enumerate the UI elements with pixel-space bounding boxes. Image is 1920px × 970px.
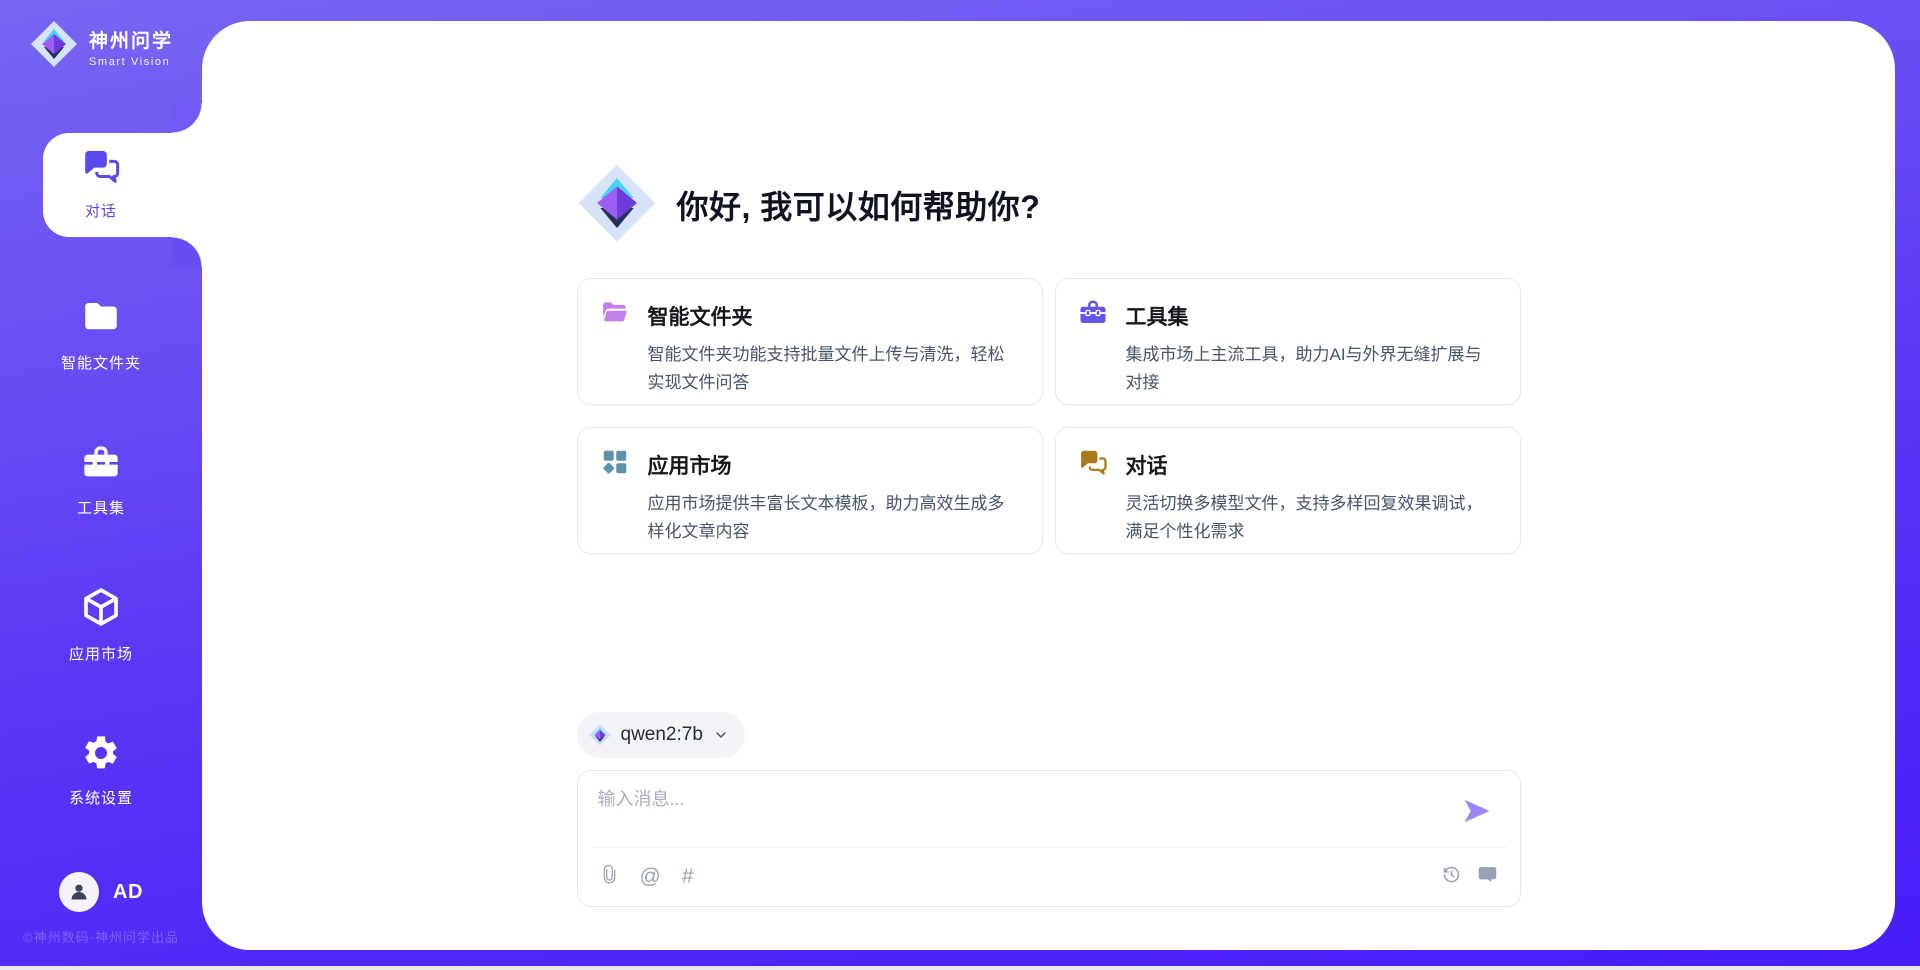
user-account[interactable]: AD: [0, 872, 202, 912]
feature-cards: 智能文件夹 智能文件夹功能支持批量文件上传与清洗，轻松实现文件问答: [577, 278, 1521, 554]
app-subtitle: Smart Vision: [89, 56, 173, 68]
app-grid-icon: [600, 447, 630, 482]
user-name: AD: [113, 881, 143, 904]
chat-bubbles-icon: [1078, 447, 1108, 482]
message-input[interactable]: [598, 785, 1448, 843]
card-title: 智能文件夹: [648, 301, 753, 331]
card-title: 应用市场: [648, 450, 732, 480]
folder-icon: [80, 296, 122, 343]
model-name: qwen2:7b: [621, 724, 703, 746]
send-icon: [1462, 814, 1492, 829]
message-composer: @ #: [577, 770, 1521, 907]
sidebar-item-label: 应用市场: [69, 643, 133, 664]
card-description: 集成市场上主流工具，助力AI与外界无缝扩展与对接: [1126, 341, 1496, 396]
sidebar-item-label: 智能文件夹: [61, 352, 141, 373]
tab-curve-top: [172, 103, 202, 133]
gear-icon: [81, 733, 121, 778]
greeting-block: 你好, 我可以如何帮助你?: [577, 163, 1521, 247]
sidebar-item-label: 对话: [85, 200, 117, 221]
card-title: 对话: [1126, 450, 1168, 480]
copyright-footer: ©神州数码·神州问学出品: [0, 927, 202, 946]
chevron-down-icon: [713, 727, 729, 743]
sidebar-item-settings[interactable]: 系统设置: [0, 733, 202, 808]
logo-diamond-icon: [30, 20, 78, 73]
cube-icon: [79, 585, 123, 634]
card-chat[interactable]: 对话 灵活切换多模型文件，支持多样回复效果调试，满足个性化需求: [1055, 427, 1521, 554]
card-title: 工具集: [1126, 301, 1189, 331]
model-selector[interactable]: qwen2:7b: [577, 712, 745, 758]
card-description: 智能文件夹功能支持批量文件上传与清洗，轻松实现文件问答: [648, 341, 1018, 396]
sidebar-item-app-market[interactable]: 应用市场: [0, 585, 202, 664]
sidebar-item-toolset[interactable]: 工具集: [0, 443, 202, 518]
logo-diamond-icon: [589, 724, 611, 746]
folder-open-icon: [600, 298, 630, 333]
comment-icon: [1477, 864, 1498, 888]
attach-file-button[interactable]: [600, 864, 619, 888]
main-panel: 你好, 我可以如何帮助你? 智能文件夹 智能文件夹功能支持批量文件上传与清洗，轻…: [202, 21, 1895, 950]
topic-button[interactable]: #: [682, 866, 694, 887]
send-button[interactable]: [1461, 796, 1493, 828]
sidebar-item-smart-folder[interactable]: 智能文件夹: [0, 296, 202, 373]
history-button[interactable]: [1441, 864, 1462, 888]
sidebar-item-chat[interactable]: 对话: [0, 146, 202, 221]
mention-button[interactable]: @: [640, 866, 661, 887]
toolbox-icon: [80, 443, 122, 488]
new-chat-button[interactable]: [1477, 864, 1498, 888]
card-smart-folder[interactable]: 智能文件夹 智能文件夹功能支持批量文件上传与清洗，轻松实现文件问答: [577, 278, 1043, 405]
sidebar-item-label: 工具集: [77, 497, 125, 518]
card-description: 应用市场提供丰富长文本模板，助力高效生成多样化文章内容: [648, 490, 1018, 545]
app-title: 神州问学: [89, 26, 173, 53]
greeting-title: 你好, 我可以如何帮助你?: [677, 182, 1041, 228]
app-logo: 神州问学 Smart Vision: [30, 20, 173, 73]
paperclip-icon: [600, 864, 619, 888]
logo-diamond-icon: [577, 163, 657, 248]
card-toolset[interactable]: 工具集 集成市场上主流工具，助力AI与外界无缝扩展与对接: [1055, 278, 1521, 405]
history-clock-icon: [1441, 864, 1462, 888]
sidebar-item-label: 系统设置: [69, 787, 133, 808]
window-bottom-strip: [0, 966, 1920, 970]
tab-curve-bottom: [172, 237, 202, 267]
toolbox-icon: [1078, 298, 1108, 333]
card-description: 灵活切换多模型文件，支持多样回复效果调试，满足个性化需求: [1126, 490, 1496, 545]
at-sign-icon: @: [640, 865, 661, 888]
card-app-market[interactable]: 应用市场 应用市场提供丰富长文本模板，助力高效生成多样化文章内容: [577, 427, 1043, 554]
avatar: [59, 872, 99, 912]
hash-icon: #: [682, 865, 694, 888]
chat-bubbles-icon: [81, 146, 121, 191]
